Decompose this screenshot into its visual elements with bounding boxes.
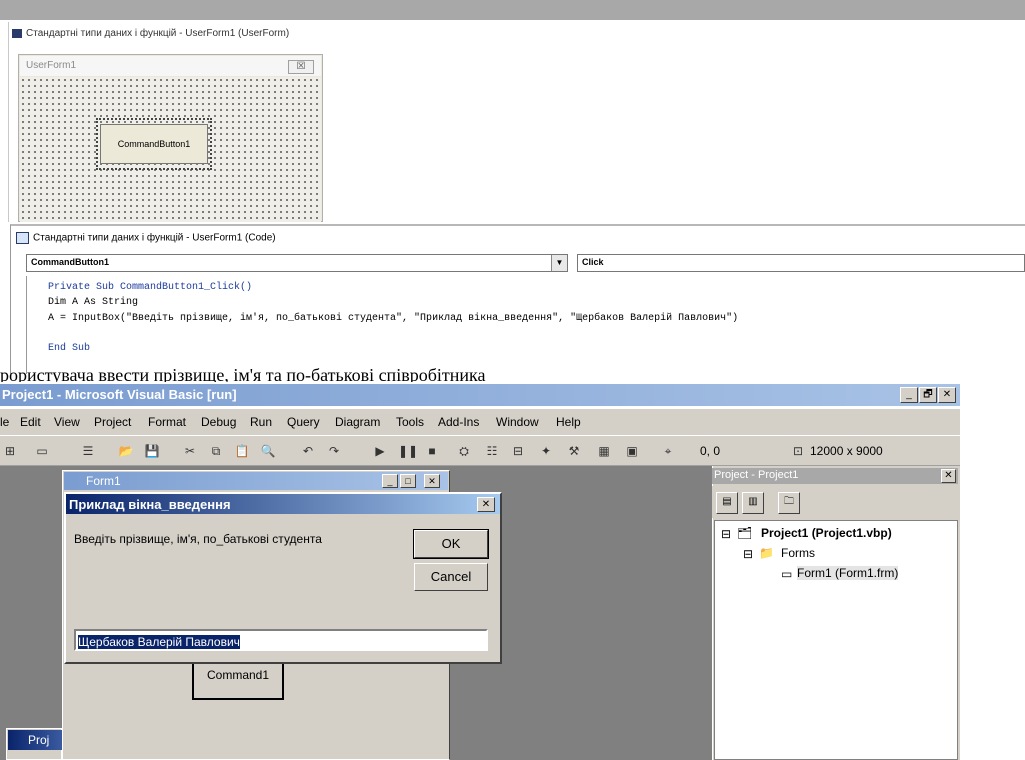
project-explorer-close-button[interactable]: ✕	[941, 469, 956, 483]
menu-editor-icon[interactable]: ☰	[80, 443, 96, 459]
menu-format[interactable]: Format	[148, 415, 186, 429]
close-button[interactable]: ✕	[938, 387, 956, 403]
project-explorer-title: Project - Project1	[712, 468, 958, 484]
chevron-down-icon[interactable]: ▼	[551, 255, 567, 271]
project-explorer-toolbar: ▤ ▥ 🗀	[712, 486, 958, 518]
standard-toolbar: ⊞ ▭ ☰ 📂 💾 ✂ ⧉ 📋 🔍 ↶ ↷ ▶ ❚❚ ■ ⛭ ☷ ⊟ ✦ ⚒ ▦…	[0, 436, 960, 466]
copy-icon[interactable]: ⧉	[208, 443, 224, 459]
menu-view[interactable]: View	[54, 415, 80, 429]
form-icon: ▭	[781, 567, 793, 581]
inputbox-text-field[interactable]: Щербаков Валерій Павлович	[74, 629, 488, 651]
menu-window[interactable]: Window	[496, 415, 539, 429]
tree-item-form1[interactable]: Form1 (Form1.frm)	[797, 566, 899, 580]
redo-icon[interactable]: ↷	[326, 443, 342, 459]
code-line: Private Sub CommandButton1_Click()	[48, 282, 253, 293]
find-icon[interactable]: 🔍	[260, 443, 276, 459]
position-icon: ⌖	[664, 444, 672, 458]
procedure-combo[interactable]: Click	[577, 254, 1025, 272]
inputbox-value: Щербаков Валерій Павлович	[78, 635, 240, 649]
cut-icon[interactable]: ✂	[182, 443, 198, 459]
folder-icon: 📁	[759, 546, 774, 560]
project-explorer-icon[interactable]: ⛭	[456, 443, 472, 459]
partial-document-text: рористувача ввести прізвище, ім'я та по-…	[0, 366, 486, 382]
minimize-button[interactable]: _	[900, 387, 918, 403]
form1-close-button[interactable]: ✕	[424, 474, 440, 488]
toggle-folders-icon[interactable]: 🗀	[778, 492, 800, 514]
menu-debug[interactable]: Debug	[201, 415, 236, 429]
project-tree: ⊟ 🗂 Project1 (Project1.vbp) ⊟ 📁 Forms ▭ …	[714, 520, 958, 760]
menu-help[interactable]: Help	[556, 415, 581, 429]
code-line: Dim A As String	[48, 297, 139, 308]
collapse-icon[interactable]: ⊟	[721, 527, 731, 541]
menu-run[interactable]: Run	[250, 415, 272, 429]
form1-minimize-button[interactable]: _	[382, 474, 398, 488]
open-icon[interactable]: 📂	[118, 443, 134, 459]
inputbox-title: Приклад вікна_введення	[66, 494, 500, 514]
form-layout-icon[interactable]: ⊟	[510, 443, 526, 459]
menu-edit[interactable]: Edit	[20, 415, 41, 429]
view-object-icon[interactable]: ▥	[742, 492, 764, 514]
paste-icon[interactable]: 📋	[234, 443, 250, 459]
object-combo[interactable]: CommandButton1	[26, 254, 568, 272]
collapse-icon[interactable]: ⊟	[743, 547, 753, 561]
command1-button[interactable]: Command1	[192, 660, 284, 700]
undo-icon[interactable]: ↶	[300, 443, 316, 459]
add-project-icon[interactable]: ⊞	[2, 443, 18, 459]
userform-designer-title: Стандартні типи даних і функцій - UserFo…	[12, 28, 289, 46]
vb-title-bar: Project1 - Microsoft Visual Basic [run]	[0, 384, 960, 406]
userform-close-button[interactable]: ☒	[288, 60, 314, 74]
form1-maximize-button[interactable]: □	[400, 474, 416, 488]
ok-button[interactable]: OK	[413, 529, 489, 559]
menu-file[interactable]: le	[0, 415, 9, 429]
tree-item-forms[interactable]: Forms	[781, 546, 815, 560]
menu-diagram[interactable]: Diagram	[335, 415, 380, 429]
code-window-title: Стандартні типи даних і функцій - UserFo…	[16, 232, 276, 248]
project-icon: 🗂	[737, 526, 753, 540]
menu-project[interactable]: Project	[94, 415, 131, 429]
window-icon	[12, 28, 22, 38]
toolbox-icon[interactable]: ⚒	[566, 443, 582, 459]
menu-tools[interactable]: Tools	[396, 415, 424, 429]
project-small-title: Proj	[8, 730, 62, 750]
size-readout: 12000 x 9000	[810, 444, 883, 458]
start-icon[interactable]: ▶	[372, 443, 388, 459]
cancel-button[interactable]: Cancel	[414, 563, 488, 591]
view-code-icon[interactable]: ▤	[716, 492, 738, 514]
object-browser-icon[interactable]: ✦	[538, 443, 554, 459]
inputbox-prompt: Введіть прізвище, ім'я, по_батькові студ…	[74, 532, 322, 546]
restore-button[interactable]: 🗗	[919, 387, 937, 403]
properties-icon[interactable]: ☷	[484, 443, 500, 459]
stop-icon[interactable]: ■	[424, 443, 440, 459]
data-view-icon[interactable]: ▦	[596, 443, 612, 459]
position-readout: 0, 0	[700, 444, 721, 458]
add-form-icon[interactable]: ▭	[34, 443, 50, 459]
tree-item-project[interactable]: Project1 (Project1.vbp)	[761, 526, 892, 540]
code-line: End Sub	[48, 343, 91, 354]
component-manager-icon[interactable]: ▣	[624, 443, 640, 459]
break-icon[interactable]: ❚❚	[398, 443, 418, 459]
top-background-strip	[0, 0, 1025, 20]
save-icon[interactable]: 💾	[144, 443, 160, 459]
commandbutton1-designer[interactable]: CommandButton1	[100, 124, 208, 164]
size-icon: ⊡	[792, 444, 804, 458]
menu-query[interactable]: Query	[287, 415, 320, 429]
code-line: A = InputBox("Введіть прізвище, ім'я, по…	[48, 313, 739, 324]
menu-addins[interactable]: Add-Ins	[438, 415, 479, 429]
code-window-icon	[16, 232, 29, 244]
userform-title: UserForm1	[20, 56, 321, 76]
menu-bar: le Edit View Project Format Debug Run Qu…	[0, 409, 960, 435]
inputbox-close-button[interactable]: ✕	[477, 497, 495, 512]
